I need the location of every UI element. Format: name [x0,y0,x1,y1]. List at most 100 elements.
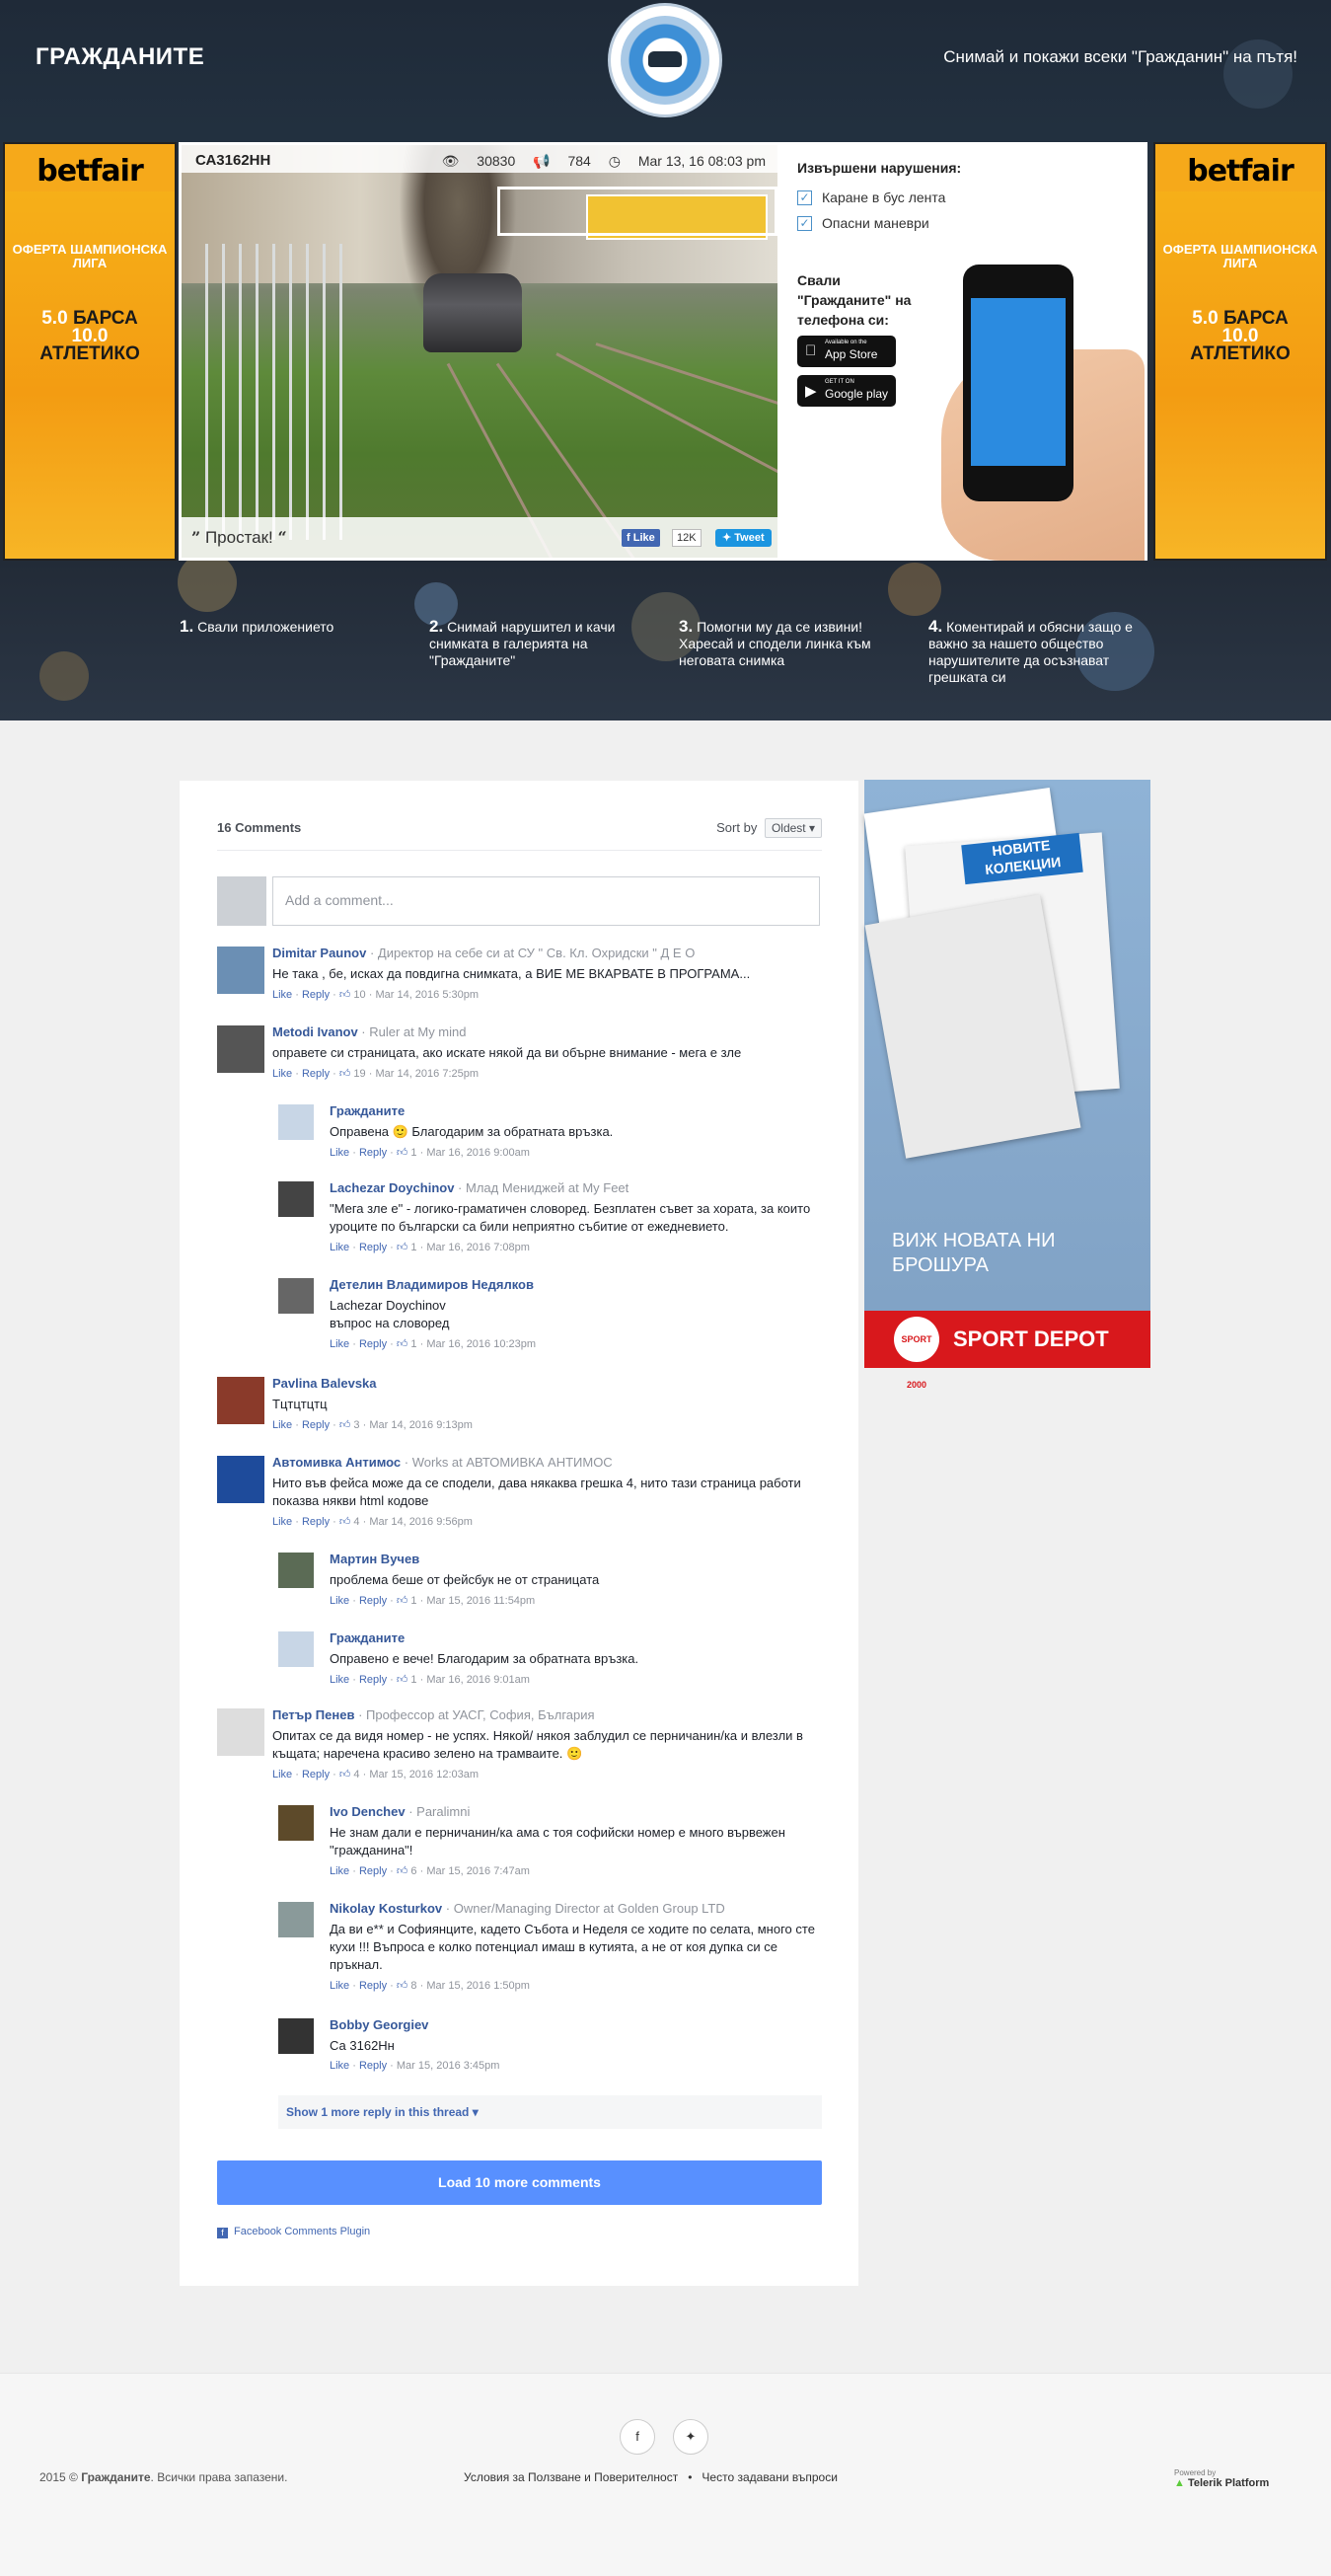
site-logo[interactable] [611,6,719,114]
comment-author[interactable]: Гражданите [330,1630,405,1645]
comment-date[interactable]: Mar 15, 2016 1:50pm [426,1980,530,1992]
like-link[interactable]: Like [272,1419,292,1431]
violation-photo[interactable] [182,145,777,558]
comment-date[interactable]: Mar 15, 2016 3:45pm [397,2060,500,2072]
avatar[interactable] [217,1708,264,1756]
car-in-photo [423,273,522,352]
comment-date[interactable]: Mar 16, 2016 10:23pm [426,1338,536,1350]
comment-text: проблема беше от фейсбук не от страницат… [330,1572,600,1587]
faq-link[interactable]: Често задавани въпроси [702,2470,838,2484]
comment-author-meta: · Профессор at УАСГ, София, България [354,1707,595,1722]
like-link[interactable]: Like [330,1242,349,1253]
comment-actions: Like · Reply · 👍︎ 1 · Mar 16, 2016 10:23… [330,1338,537,1350]
sport-depot-ad[interactable]: НОВИТЕ КОЛЕКЦИИ ВИЖ НОВАТА НИ БРОШУРА SPO… [863,780,1150,1390]
comment-author[interactable]: Dimitar Paunov [272,946,366,960]
like-link[interactable]: Like [272,1068,292,1080]
reply-link[interactable]: Reply [359,1595,387,1607]
step-1: 1. Свали приложението [180,617,334,636]
reply-link[interactable]: Reply [359,1865,387,1877]
avatar[interactable] [278,1631,314,1667]
apple-icon:  [805,342,816,359]
like-link[interactable]: Like [330,2060,349,2072]
twitter-social-button[interactable]: ✦ [673,2419,708,2455]
thumbs-up-icon: 👍︎ [396,1147,408,1159]
load-more-comments-button[interactable]: Load 10 more comments [217,2160,822,2205]
google-play-button[interactable]: ▶ GET IT ON Google play [797,375,896,407]
betfair-ad-left[interactable]: betfair ОФЕРТА ШАМПИОНСКА ЛИГА 5.0 БАРСА… [3,142,177,561]
comment-author[interactable]: Автомивка Антимос [272,1455,401,1470]
tweet-button[interactable]: ✦ Tweet [715,529,772,547]
reply-link[interactable]: Reply [302,1419,330,1431]
terms-link[interactable]: Условия за Ползване и Поверителност [464,2470,678,2484]
like-link[interactable]: Like [272,1769,292,1780]
like-link[interactable]: Like [272,1516,292,1528]
comment-date[interactable]: Mar 16, 2016 9:01am [426,1674,530,1686]
avatar[interactable] [278,1805,314,1841]
comment-text: оправете си страницата, ако искате някой… [272,1045,742,1060]
violations-title: Извършени нарушения: [797,160,962,176]
comment-author[interactable]: Bobby Georgiev [330,2017,428,2032]
comment-date[interactable]: Mar 14, 2016 7:25pm [375,1068,479,1080]
like-link[interactable]: Like [330,1338,349,1350]
comment-date[interactable]: Mar 14, 2016 9:13pm [369,1419,473,1431]
reply-link[interactable]: Reply [359,1980,387,1992]
sort-select[interactable]: Oldest ▾ [764,818,822,838]
quote-close-icon: “ [277,528,287,547]
avatar[interactable] [217,947,264,994]
reply-link[interactable]: Reply [359,1242,387,1253]
reply-link[interactable]: Reply [302,1769,330,1780]
reply-link[interactable]: Reply [302,989,330,1001]
avatar[interactable] [278,1902,314,1937]
like-link[interactable]: Like [272,989,292,1001]
avatar[interactable] [217,1025,264,1073]
comment-author[interactable]: Pavlina Balevska [272,1376,377,1391]
comment-date[interactable]: Mar 15, 2016 11:54pm [426,1595,535,1607]
avatar[interactable] [217,1456,264,1503]
reply-link[interactable]: Reply [359,2060,387,2072]
app-store-button[interactable]:  Available on the App Store [797,336,896,367]
avatar[interactable] [217,1377,264,1424]
comment-date[interactable]: Mar 16, 2016 7:08pm [426,1242,530,1253]
comment-author[interactable]: Петър Пенев [272,1707,354,1722]
comment-date[interactable]: Mar 15, 2016 7:47am [426,1865,530,1877]
facebook-social-button[interactable]: f [620,2419,655,2455]
avatar[interactable] [278,1553,314,1588]
avatar[interactable] [278,1278,314,1314]
reply-link[interactable]: Reply [302,1068,330,1080]
site-title[interactable]: ГРАЖДАНИТЕ [36,43,204,71]
comment-text: Опитах се да видя номер - не успях. Няко… [272,1728,803,1761]
comment-author[interactable]: Детелин Владимиров Недялков [330,1277,534,1292]
comment-author[interactable]: Nikolay Kosturkov [330,1901,442,1916]
comment-author[interactable]: Ivo Denchev [330,1804,406,1819]
like-link[interactable]: Like [330,1595,349,1607]
reply-link[interactable]: Reply [302,1516,330,1528]
show-more-replies-link[interactable]: Show 1 more reply in this thread ▾ [278,2095,822,2129]
reply-link[interactable]: Reply [359,1338,387,1350]
thumbs-up-icon: 👍︎ [396,1338,408,1350]
comment-author[interactable]: Мартин Вучев [330,1552,419,1566]
comment-date[interactable]: Mar 14, 2016 9:56pm [369,1516,473,1528]
like-link[interactable]: Like [330,1865,349,1877]
telerik-badge[interactable]: Powered by ▲ Telerik Platform [1174,2468,1269,2489]
comment-date[interactable]: Mar 16, 2016 9:00am [426,1147,530,1159]
reply-link[interactable]: Reply [359,1147,387,1159]
betfair-ad-right[interactable]: betfair ОФЕРТА ШАМПИОНСКА ЛИГА 5.0 БАРСА… [1153,142,1327,561]
comment-date[interactable]: Mar 15, 2016 12:03am [369,1769,479,1780]
comment-author[interactable]: Lachezar Doychinov [330,1180,454,1195]
avatar[interactable] [278,2018,314,2054]
facebook-like-button[interactable]: f Like [622,529,660,547]
facebook-plugin-link[interactable]: f Facebook Comments Plugin [217,2226,370,2238]
avatar[interactable] [278,1104,314,1140]
like-link[interactable]: Like [330,1674,349,1686]
comment-date[interactable]: Mar 14, 2016 5:30pm [375,989,479,1001]
comment-author[interactable]: Metodi Ivanov [272,1024,358,1039]
comment-author[interactable]: Гражданите [330,1103,405,1118]
reply-link[interactable]: Reply [359,1674,387,1686]
like-link[interactable]: Like [330,1147,349,1159]
like-link[interactable]: Like [330,1980,349,1992]
violations-list: Извършени нарушения: ✓ Каране в бус лента… [797,160,975,241]
add-comment-input[interactable]: Add a comment... [272,876,820,926]
like-count: 1 [407,1595,417,1607]
thumbs-up-icon: 👍︎ [338,1419,351,1431]
avatar[interactable] [278,1181,314,1217]
